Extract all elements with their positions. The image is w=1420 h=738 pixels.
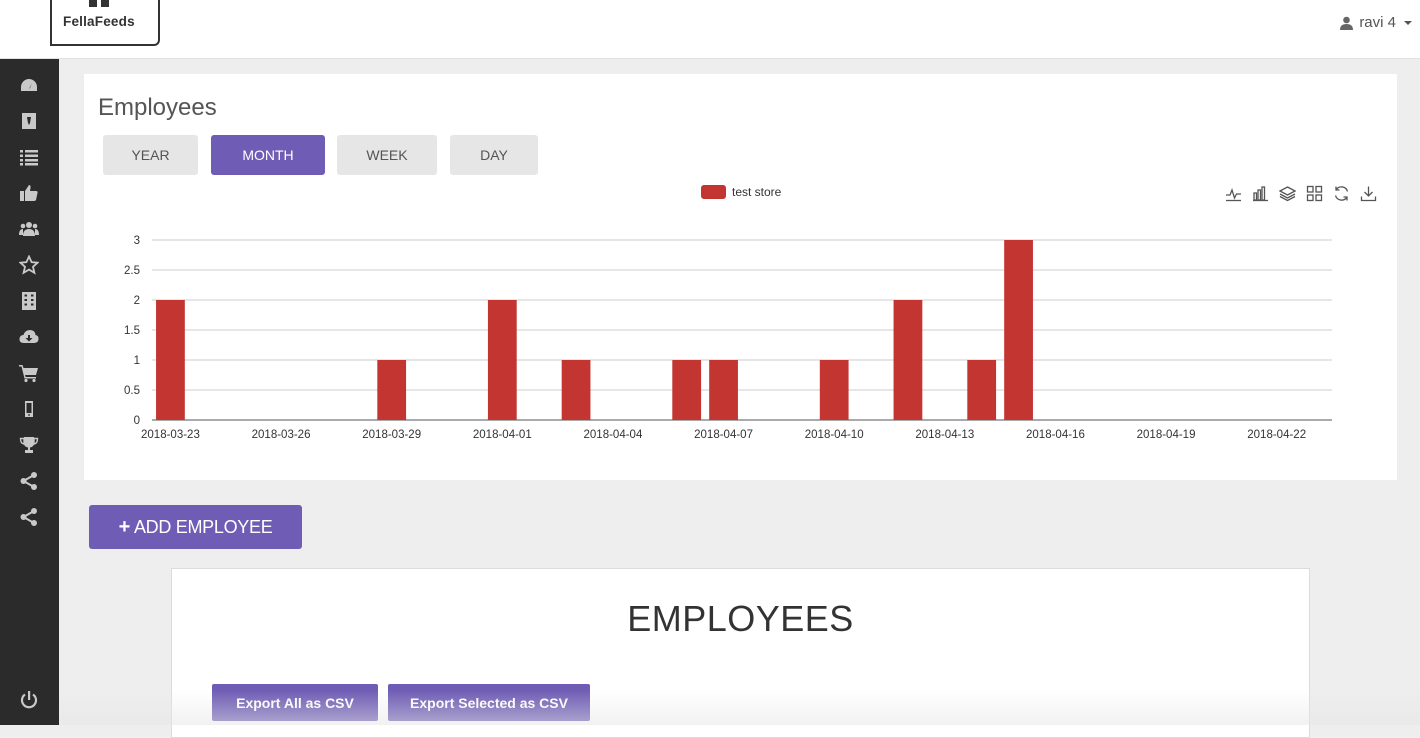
- y-tick-label: 0: [134, 415, 140, 427]
- chart-bar[interactable]: [709, 360, 738, 420]
- plus-icon: +: [118, 515, 131, 538]
- x-axis-ticks: 2018-03-23 2018-03-26 2018-03-29 2018-04-01…: [141, 429, 1306, 441]
- y-tick-label: 1: [134, 355, 140, 367]
- chart-bar[interactable]: [156, 300, 185, 420]
- export-all-csv-button[interactable]: Export All as CSV: [212, 684, 378, 721]
- users-icon[interactable]: [17, 217, 41, 241]
- chart-bar[interactable]: [487, 300, 517, 420]
- employees-chart-card: Employees YEAR MONTH WEEK DAY test store…: [84, 74, 1397, 480]
- mobile-icon[interactable]: [17, 397, 41, 421]
- x-tick-label: 2018-04-19: [1137, 429, 1196, 441]
- chart-bar[interactable]: [377, 360, 407, 420]
- chart-bar[interactable]: [819, 360, 849, 420]
- y-tick-label: 2: [134, 295, 140, 307]
- add-employee-label: ADD EMPLOYEE: [133, 516, 273, 537]
- chart-bar[interactable]: [967, 360, 997, 420]
- x-tick-label: 2018-04-13: [915, 429, 974, 441]
- chart-bar[interactable]: [672, 360, 702, 420]
- y-tick-label: 3: [134, 235, 140, 247]
- x-tick-label: 2018-04-07: [694, 429, 753, 441]
- brand-logo[interactable]: FellaFeeds: [50, 0, 160, 46]
- building-icon[interactable]: [17, 289, 41, 313]
- brand-name: FellaFeeds: [63, 14, 135, 29]
- employees-panel: EMPLOYEES Export All as CSV Export Selec…: [171, 568, 1310, 738]
- sidebar: [0, 59, 59, 725]
- trophy-icon[interactable]: [17, 433, 41, 457]
- top-navbar: FellaFeeds ravi 4: [0, 0, 1420, 59]
- chart-grid: [152, 239, 1332, 421]
- star-icon[interactable]: [17, 253, 41, 277]
- y-tick-label: 0.5: [124, 385, 140, 397]
- chart-bar[interactable]: [561, 360, 591, 420]
- dashboard-icon[interactable]: [17, 74, 41, 98]
- x-tick-label: 2018-03-23: [141, 429, 200, 441]
- add-employee-button[interactable]: + ADD EMPLOYEE: [89, 505, 302, 549]
- chart-bar[interactable]: [893, 300, 923, 420]
- export-selected-csv-button[interactable]: Export Selected as CSV: [388, 684, 590, 721]
- y-axis-ticks: 0 0.5 1 1.5 2 2.5 3: [124, 235, 140, 427]
- x-tick-label: 2018-04-10: [805, 429, 864, 441]
- user-icon: [1340, 16, 1354, 30]
- user-name: ravi 4: [1359, 14, 1396, 31]
- thumbs-up-icon[interactable]: [17, 181, 41, 205]
- badge-icon[interactable]: [17, 109, 41, 133]
- x-tick-label: 2018-04-04: [584, 429, 643, 441]
- x-tick-label: 2018-04-01: [473, 429, 532, 441]
- list-icon[interactable]: [17, 145, 41, 169]
- cloud-download-icon[interactable]: [17, 325, 41, 349]
- power-icon[interactable]: [17, 688, 41, 712]
- x-tick-label: 2018-04-22: [1247, 429, 1306, 441]
- user-menu[interactable]: ravi 4: [1340, 14, 1412, 31]
- employees-bar-chart: 00.511.522.53 2018-03-23 2018-03-26 2018-0…: [124, 235, 1332, 441]
- x-tick-label: 2018-03-26: [252, 429, 311, 441]
- logo-mark-icon: [89, 0, 111, 7]
- x-tick-label: 2018-04-16: [1026, 429, 1085, 441]
- employees-panel-title: EMPLOYEES: [627, 598, 854, 639]
- share-icon[interactable]: [17, 469, 41, 493]
- y-tick-label: 2.5: [124, 265, 140, 277]
- chart-bar[interactable]: [1004, 240, 1033, 420]
- y-tick-label: 1.5: [124, 325, 140, 337]
- chevron-down-icon: [1404, 20, 1412, 25]
- cart-icon[interactable]: [17, 361, 41, 385]
- share-icon[interactable]: [17, 505, 41, 529]
- x-tick-label: 2018-03-29: [362, 429, 421, 441]
